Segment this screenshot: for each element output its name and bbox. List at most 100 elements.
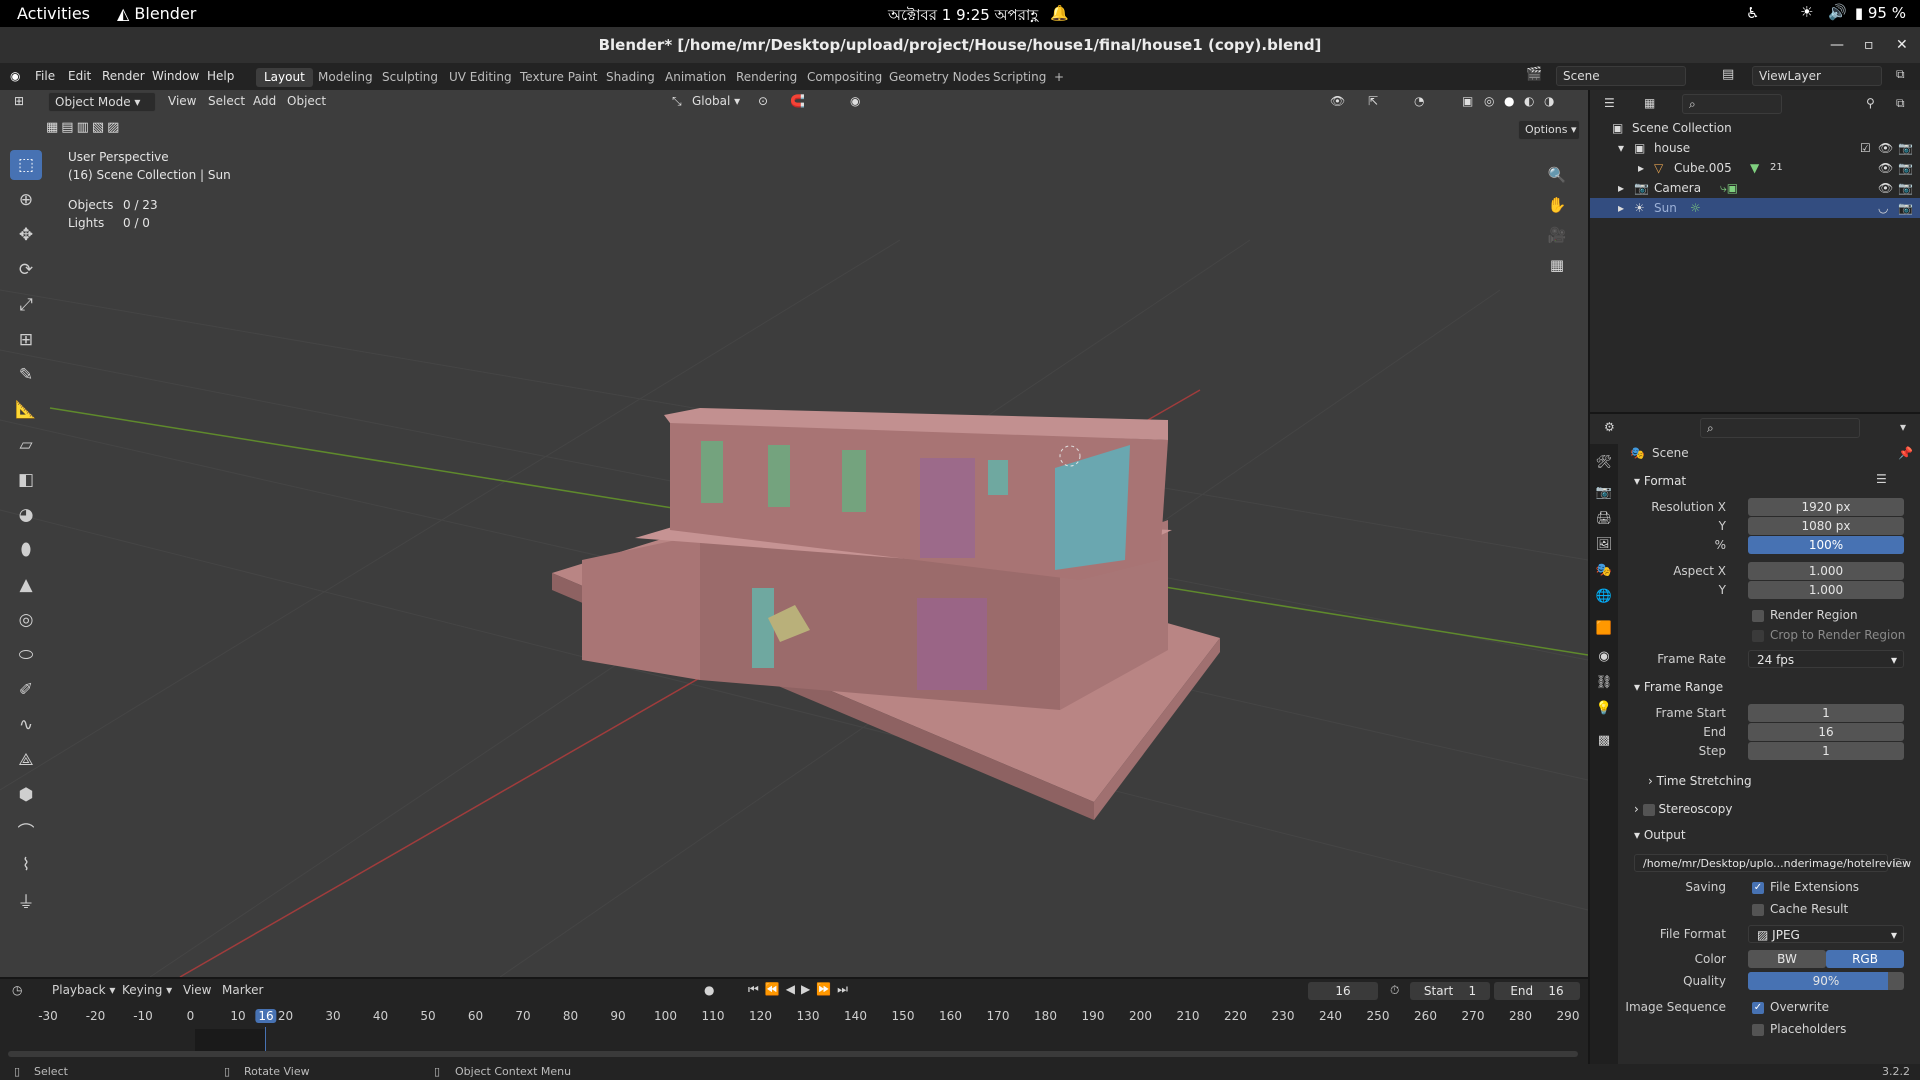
outliner-item-house[interactable]: ▾ ▣ house ☑ 👁 📷 (1590, 138, 1920, 158)
frame-end-field[interactable]: 16 (1748, 723, 1904, 741)
viewport-menu-object[interactable]: Object (287, 94, 326, 108)
proportional-edit-icon[interactable]: ◉ (850, 94, 860, 108)
camera-icon[interactable]: 📷 (1898, 158, 1913, 178)
move-tool[interactable]: ✥ (10, 220, 42, 250)
menu-window[interactable]: Window (152, 69, 199, 83)
end-frame-field[interactable]: End 16 (1494, 982, 1580, 1000)
timeline-menu-view[interactable]: View (183, 983, 211, 997)
options-dropdown[interactable]: Options ▾ (1518, 120, 1580, 140)
add-sphere-tool[interactable]: ◕ (10, 500, 42, 530)
menu-file[interactable]: File (35, 69, 55, 83)
outliner-root[interactable]: ▣ Scene Collection (1590, 118, 1920, 138)
record-icon[interactable]: ● (704, 983, 714, 997)
outliner-item-cube[interactable]: ▸ ▽ Cube.005 ▼ 21 👁 📷 (1590, 158, 1920, 178)
outliner-item-camera[interactable]: ▸ 📷 Camera ⤷▣ 👁 📷 (1590, 178, 1920, 198)
accessibility-icon[interactable]: ♿ (1746, 4, 1759, 22)
outliner-editor-icon[interactable]: ☰ (1604, 96, 1615, 110)
mode-dropdown[interactable]: Object Mode ▾ (48, 92, 156, 112)
add-spring-tool[interactable]: ⌇ (10, 850, 42, 880)
render-tab-icon[interactable]: 📷 (1595, 484, 1613, 502)
frame-range-section-header[interactable]: ▾ Frame Range (1634, 680, 1723, 694)
timeline-scrollbar[interactable] (8, 1051, 1578, 1057)
current-frame-field[interactable]: 16 (1308, 982, 1378, 1000)
object-data-tab-icon[interactable]: 💡 (1595, 700, 1613, 718)
minimize-icon[interactable]: — (1830, 27, 1844, 63)
transform-orientation-icon[interactable]: ⤡ (672, 94, 682, 109)
time-stretching-section-header[interactable]: › Time Stretching (1648, 774, 1752, 788)
3d-viewport[interactable]: ⊞ Object Mode ▾ View Select Add Object ⤡… (0, 90, 1588, 977)
zoom-icon[interactable]: 🔍 (1544, 162, 1570, 188)
camera-icon[interactable]: 📷 (1898, 198, 1913, 218)
add-curve-tool[interactable]: ∿ (10, 710, 42, 740)
battery-status[interactable]: ▮ 95 % (1855, 4, 1906, 22)
add-workspace-button[interactable]: + (1046, 68, 1072, 87)
wireframe-shading-icon[interactable]: ◎ (1484, 94, 1494, 108)
quality-slider[interactable]: 90% (1748, 972, 1904, 990)
tab-animation[interactable]: Animation (657, 68, 734, 87)
tab-layout[interactable]: Layout (256, 68, 313, 87)
cache-result-checkbox[interactable] (1752, 904, 1764, 916)
resolution-percent-field[interactable]: 100% (1748, 536, 1904, 554)
stereoscopy-checkbox[interactable] (1642, 803, 1655, 816)
color-rgb-button[interactable]: RGB (1826, 950, 1904, 968)
add-mesh-tool[interactable]: ⟁ (10, 745, 42, 775)
menu-edit[interactable]: Edit (68, 69, 91, 83)
frame-step-field[interactable]: 1 (1748, 742, 1904, 760)
house-model[interactable] (552, 408, 1220, 820)
filter-icon[interactable]: ⚲ (1866, 96, 1875, 110)
cursor-tool[interactable]: ⊕ (10, 185, 42, 215)
file-extensions-checkbox[interactable]: ✓ (1752, 882, 1764, 894)
timeline-editor[interactable]: ◷ Playback ▾ Keying ▾ View Marker ● ⏮⏪◀▶… (0, 977, 1588, 1064)
new-collection-icon[interactable]: ⧉ (1896, 96, 1905, 111)
add-cylinder-tool[interactable]: ⬮ (10, 535, 42, 565)
render-region-checkbox[interactable] (1752, 610, 1764, 622)
expand-arrow-icon[interactable]: ▸ (1618, 178, 1624, 198)
orientation-dropdown[interactable]: Global ▾ (692, 94, 740, 108)
add-torus-tool[interactable]: ◎ (10, 605, 42, 635)
presets-icon[interactable]: ☰ (1876, 472, 1887, 486)
add-cube-tool[interactable]: ◧ (10, 465, 42, 495)
eye-hidden-icon[interactable]: ◡ (1878, 198, 1888, 218)
world-tab-icon[interactable]: 🌐 (1595, 588, 1613, 606)
camera-icon[interactable]: 📷 (1898, 178, 1913, 198)
timeline-menu-playback[interactable]: Playback ▾ (52, 983, 115, 997)
tab-compositing[interactable]: Compositing (799, 68, 890, 87)
physics-tab-icon[interactable]: ◉ (1595, 648, 1613, 666)
scene-tab-icon[interactable]: 🎭 (1595, 562, 1613, 580)
add-capsule-tool[interactable]: ⬭ (10, 640, 42, 670)
pin-icon[interactable]: 📌 (1898, 446, 1913, 460)
output-tab-icon[interactable]: 🖨 (1595, 510, 1613, 528)
placeholders-checkbox[interactable] (1752, 1024, 1764, 1036)
editor-type-icon[interactable]: ⊞ (14, 94, 24, 108)
timeline-editor-icon[interactable]: ◷ (12, 983, 22, 997)
add-plane-tool[interactable]: ▱ (10, 430, 42, 460)
texture-tab-icon[interactable]: ▩ (1595, 732, 1613, 750)
view-layer-tab-icon[interactable]: 🖼 (1595, 536, 1613, 554)
file-format-dropdown[interactable]: ▨ JPEG ▾ (1748, 925, 1904, 943)
visibility-icon[interactable]: 👁 (1330, 94, 1345, 108)
aspect-y-field[interactable]: 1.000 (1748, 581, 1904, 599)
snap-icon[interactable]: 🧲 (790, 94, 805, 108)
tab-modeling[interactable]: Modeling (310, 68, 381, 87)
outliner-search[interactable]: ⌕ (1682, 94, 1782, 114)
stereoscopy-section-header[interactable]: › Stereoscopy (1634, 802, 1732, 816)
brightness-icon[interactable]: ☀ (1800, 3, 1813, 21)
constraints-tab-icon[interactable]: ⛓ (1595, 674, 1613, 692)
add-cone-tool[interactable]: ▲ (10, 570, 42, 600)
eye-icon[interactable]: 👁 (1878, 178, 1893, 198)
clock[interactable]: অক্টোবর 1 9:25 অপরাহ্ণ (888, 4, 1038, 29)
tab-scripting[interactable]: Scripting (985, 68, 1054, 87)
activities-button[interactable]: Activities (17, 4, 90, 23)
selection-mode-icons[interactable]: ▦▤▥▧▨ (46, 120, 122, 135)
scene-selector-icon[interactable]: 🎬 (1526, 67, 1542, 82)
folder-icon[interactable]: 🗀 (1894, 854, 1906, 875)
expand-arrow-icon[interactable]: ▾ (1618, 138, 1624, 158)
expand-arrow-icon[interactable]: ▸ (1638, 158, 1644, 178)
material-shading-icon[interactable]: ◐ (1524, 94, 1534, 108)
pan-hand-icon[interactable]: ✋ (1544, 192, 1570, 218)
timeline-menu-keying[interactable]: Keying ▾ (122, 983, 172, 997)
measure-tool[interactable]: 📐 (10, 395, 42, 425)
annotate-tool[interactable]: ✎ (10, 360, 42, 390)
pivot-icon[interactable]: ⊙ (758, 94, 768, 108)
format-section-header[interactable]: ▾ Format (1634, 474, 1686, 488)
